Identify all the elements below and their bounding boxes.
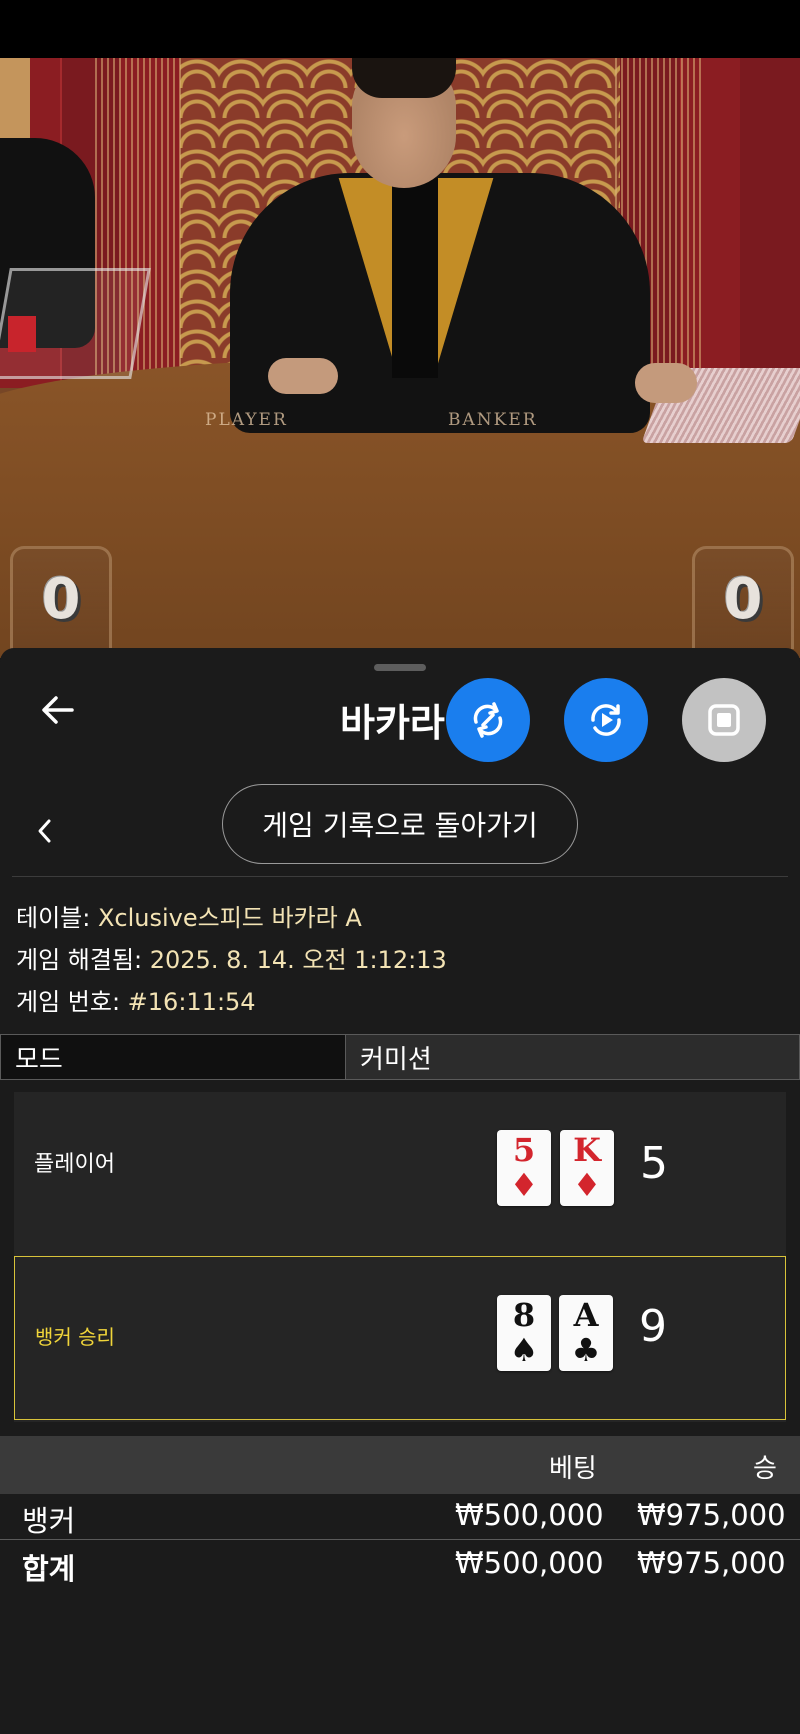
bet-table-header: 베팅 승 [0, 1436, 800, 1494]
page-title: 바카라 [340, 701, 445, 745]
playing-card: 5 ♦ [497, 1130, 551, 1206]
resolved-label: 게임 해결됨: [16, 946, 150, 974]
player-row: 플레이어 5 ♦ K ♦ 5 [14, 1092, 786, 1256]
back-to-history-button[interactable]: 게임 기록으로 돌아가기 [222, 784, 578, 864]
dealer-hair [352, 58, 456, 98]
banker-total: 9 [639, 1301, 667, 1352]
drag-handle[interactable] [374, 664, 426, 671]
resolved-info: 게임 해결됨: 2025. 8. 14. 오전 1:12:13 [16, 940, 447, 975]
banker-score: 0 [723, 567, 763, 632]
playing-card: A ♣ [559, 1295, 613, 1371]
commission-label: 커미션 [346, 1034, 800, 1080]
live-video: PLAYER BANKER 0 0 [0, 58, 800, 658]
table-value: Xclusive스피드 바카라 A [97, 904, 362, 932]
arrow-left-icon[interactable] [36, 688, 80, 732]
banker-win-label: 뱅커 승리 [35, 1325, 115, 1349]
replay-button[interactable] [564, 678, 648, 762]
result-panel: 플레이어 5 ♦ K ♦ 5 뱅커 승리 8 ♠ A ♣ 9 [14, 1092, 786, 1422]
felt-banker-label: BANKER [448, 410, 538, 430]
bet-row-amount: ₩500,000 [455, 1546, 604, 1580]
stop-button[interactable] [682, 678, 766, 762]
banker-row: 뱅커 승리 8 ♠ A ♣ 9 [14, 1256, 786, 1420]
bet-row-amount: ₩500,000 [455, 1498, 604, 1532]
playing-card: K ♦ [560, 1130, 614, 1206]
bet-row-name: 합계 [22, 1552, 76, 1586]
dealer-shirt [392, 178, 438, 378]
player-score-box: 0 [10, 546, 112, 649]
player-total: 5 [640, 1138, 668, 1189]
red-cut-card [8, 316, 36, 352]
banker-score-box: 0 [692, 546, 794, 649]
player-score: 0 [41, 567, 81, 632]
bet-row-win: ₩975,000 [637, 1546, 786, 1580]
dealer-hand [635, 363, 697, 403]
rotate-sync-icon [473, 702, 503, 738]
table-label: 테이블: [16, 904, 98, 932]
chevron-left-icon[interactable] [30, 816, 60, 846]
felt-player-label: PLAYER [205, 410, 288, 430]
mode-label: 모드 [0, 1034, 346, 1080]
divider [0, 1539, 800, 1540]
status-bar [0, 0, 800, 58]
player-label: 플레이어 [34, 1152, 115, 1177]
bet-row-banker: 뱅커 ₩500,000 ₩975,000 [0, 1494, 800, 1540]
playing-card: 8 ♠ [497, 1295, 551, 1371]
mode-bar: 모드 커미션 [0, 1034, 800, 1080]
game-history-sheet: 바카라 게임 기록으로 돌아가기 테이블: Xclusive스피드 바카라 A … [0, 648, 800, 1734]
number-value: #16:11:54 [127, 988, 256, 1016]
resolved-value: 2025. 8. 14. 오전 1:12:13 [149, 946, 447, 974]
bet-row-name: 뱅커 [22, 1504, 76, 1538]
stop-square-icon [708, 704, 740, 736]
bet-column-header: 베팅 [549, 1454, 597, 1484]
number-label: 게임 번호: [16, 988, 128, 1016]
table-info: 테이블: Xclusive스피드 바카라 A [16, 898, 362, 933]
sync-button[interactable] [446, 678, 530, 762]
win-column-header: 승 [753, 1454, 777, 1484]
dealer-hand [268, 358, 338, 394]
game-number-info: 게임 번호: #16:11:54 [16, 982, 256, 1017]
bet-row-total: 합계 ₩500,000 ₩975,000 [0, 1542, 800, 1588]
replay-play-icon [591, 704, 621, 736]
bet-row-win: ₩975,000 [637, 1498, 786, 1532]
divider [12, 876, 788, 877]
